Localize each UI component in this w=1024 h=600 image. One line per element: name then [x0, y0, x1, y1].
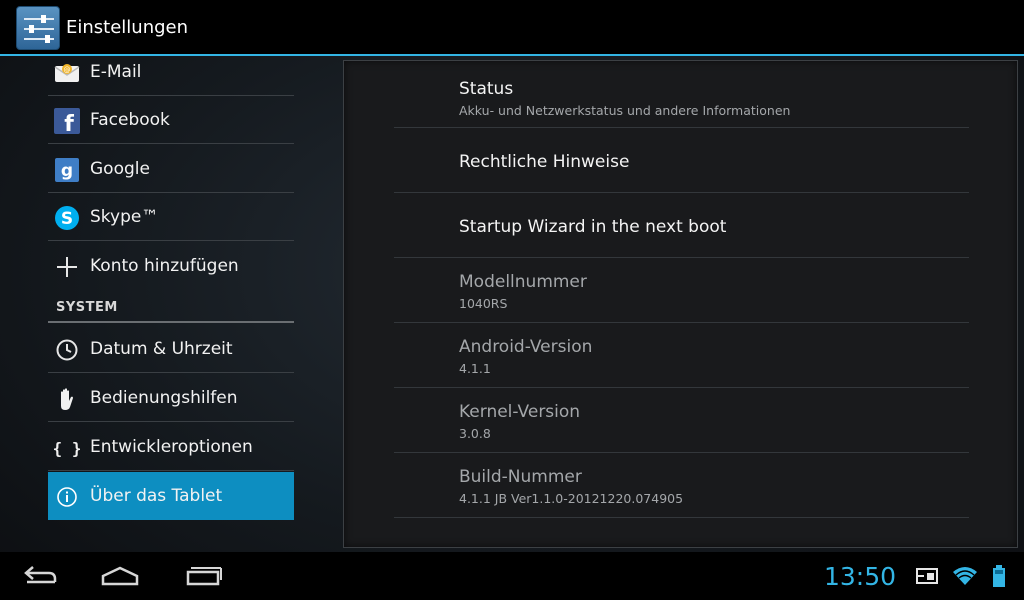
list-item-label: Google [90, 159, 150, 179]
svg-text:{ }: { } [54, 439, 80, 458]
navigation-bar: 13:50 [0, 552, 1024, 600]
pref-title: Android-Version [459, 337, 593, 357]
recent-apps-icon[interactable] [176, 560, 226, 592]
battery-icon [993, 565, 1005, 587]
list-item-label: Datum & Uhrzeit [90, 339, 233, 359]
app-title[interactable]: Einstellungen [66, 17, 188, 38]
list-item-label: Skype™ [90, 207, 159, 227]
svg-text:g: g [61, 161, 73, 181]
pref-value: 4.1.1 [459, 361, 491, 376]
pref-value: 4.1.1 JB Ver1.1.0-20121220.074905 [459, 491, 684, 506]
list-item-developer-options[interactable]: { } Entwickleroptionen [48, 423, 294, 471]
settings-list: @ E-Mail f Facebook g Google S Skype™ Ko… [0, 58, 340, 548]
plus-icon [57, 257, 77, 277]
pref-kernel-version: Kernel-Version 3.0.8 [394, 388, 969, 453]
svg-text:@: @ [64, 66, 71, 74]
list-item-facebook[interactable]: f Facebook [48, 96, 294, 144]
section-header-system: SYSTEM [48, 293, 294, 323]
home-icon[interactable] [95, 560, 145, 592]
svg-text:S: S [61, 209, 73, 229]
google-icon: g [55, 158, 79, 182]
list-item-email[interactable]: @ E-Mail [48, 58, 294, 96]
pref-startup-wizard[interactable]: Startup Wizard in the next boot [394, 193, 969, 258]
pref-title: Rechtliche Hinweise [459, 152, 630, 172]
section-header-label: SYSTEM [56, 300, 118, 315]
list-item-accessibility[interactable]: Bedienungshilfen [48, 374, 294, 422]
pref-title: Modellnummer [459, 272, 587, 292]
list-item-google[interactable]: g Google [48, 145, 294, 193]
info-icon [57, 487, 77, 507]
list-item-label: Entwickleroptionen [90, 437, 253, 457]
list-item-label: E-Mail [90, 62, 142, 82]
pref-title: Status [459, 79, 514, 99]
pref-title: Build-Nummer [459, 467, 582, 487]
settings-sliders-icon[interactable] [16, 6, 60, 50]
clock-icon [56, 339, 78, 361]
list-item-skype[interactable]: S Skype™ [48, 193, 294, 241]
hand-icon [61, 388, 73, 410]
pref-title: Startup Wizard in the next boot [459, 217, 727, 237]
pref-model-number: Modellnummer 1040RS [394, 258, 969, 323]
list-item-label: Über das Tablet [90, 486, 223, 506]
pref-title: Kernel-Version [459, 402, 581, 422]
list-item-date-time[interactable]: Datum & Uhrzeit [48, 325, 294, 373]
back-icon[interactable] [15, 560, 65, 592]
skype-icon: S [55, 206, 79, 230]
pref-value: 1040RS [459, 296, 508, 311]
pref-summary: Akku- und Netzwerkstatus und andere Info… [459, 103, 791, 118]
about-tablet-panel: Status Akku- und Netzwerkstatus und ande… [343, 60, 1018, 548]
pref-status[interactable]: Status Akku- und Netzwerkstatus und ande… [394, 63, 969, 128]
list-item-add-account[interactable]: Konto hinzufügen [48, 242, 294, 290]
list-item-label: Konto hinzufügen [90, 256, 239, 276]
pref-value: 3.0.8 [459, 426, 491, 441]
svg-text:f: f [64, 112, 74, 134]
email-icon: @ [54, 64, 80, 82]
pref-legal-notices[interactable]: Rechtliche Hinweise [394, 128, 969, 193]
braces-icon: { } [54, 439, 80, 458]
list-item-label: Facebook [90, 110, 170, 130]
pref-build-number[interactable]: Build-Nummer 4.1.1 JB Ver1.1.0-20121220.… [394, 453, 969, 518]
pref-android-version[interactable]: Android-Version 4.1.1 [394, 323, 969, 388]
clock[interactable]: 13:50 [824, 562, 896, 591]
list-item-label: Bedienungshilfen [90, 388, 238, 408]
facebook-icon: f [54, 108, 80, 134]
settings-screen: Einstellungen @ E-Mail f Facebook g Goog… [0, 0, 1024, 600]
action-bar: Einstellungen [0, 0, 1024, 56]
screenshot-icon [916, 568, 938, 584]
list-item-about-tablet[interactable]: Über das Tablet [48, 472, 294, 520]
wifi-icon [953, 567, 977, 585]
